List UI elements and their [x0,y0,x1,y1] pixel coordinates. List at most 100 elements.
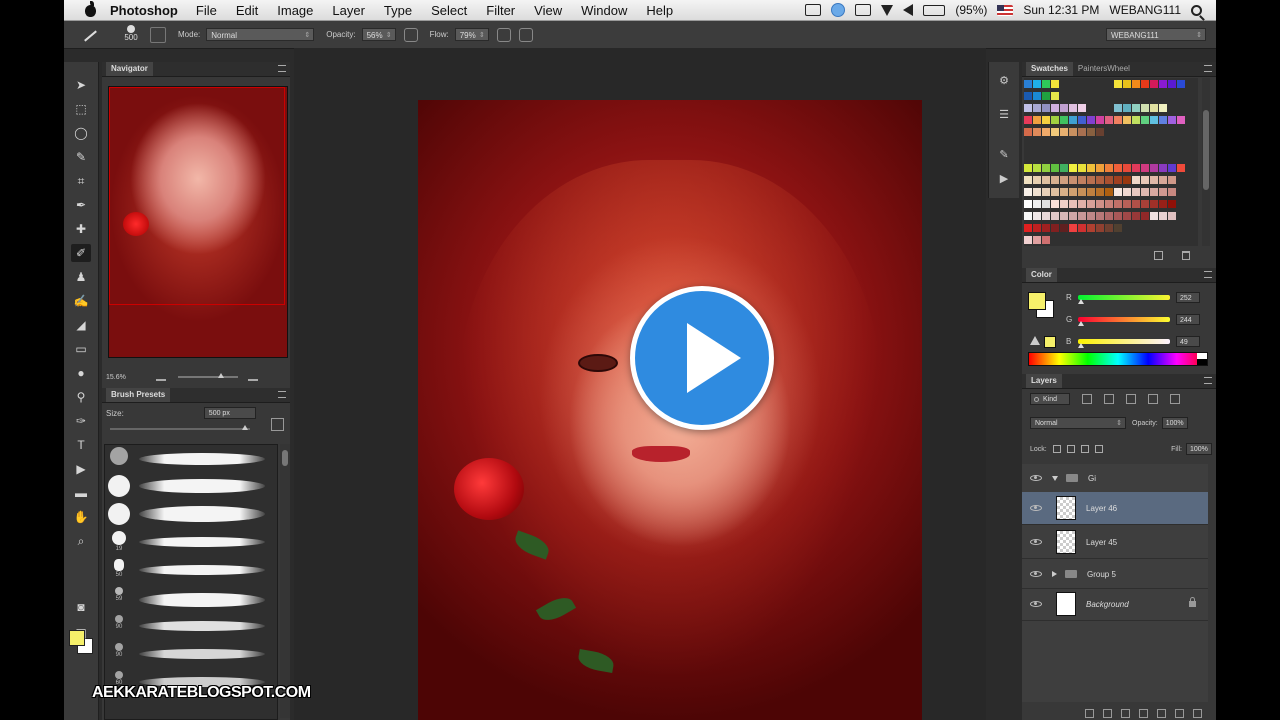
color-swatch[interactable] [1069,164,1078,173]
color-swatch[interactable] [1150,188,1159,197]
color-swatch[interactable] [1105,116,1114,125]
brush-preset-item[interactable] [105,501,277,529]
blur-tool-icon[interactable]: ● [71,364,91,382]
color-swatch[interactable] [1114,212,1123,221]
color-swatch[interactable] [1060,200,1069,209]
color-swatch[interactable] [1105,188,1114,197]
color-swatch[interactable] [1042,92,1051,101]
actions-panel-icon[interactable]: ⚙ [997,74,1011,88]
color-swatch[interactable] [1033,236,1042,245]
color-spectrum-ramp[interactable] [1028,352,1208,366]
color-swatch[interactable] [1168,80,1177,89]
brush-presets-tab[interactable]: Brush Presets [106,388,171,402]
screen-record-icon[interactable] [805,4,822,16]
color-swatch[interactable] [1159,188,1168,197]
navigator-view-box[interactable] [109,87,285,305]
color-swatch[interactable] [1114,176,1123,185]
lasso-tool-icon[interactable]: ◯ [71,124,91,142]
color-swatch[interactable] [1078,200,1087,209]
color-swatch[interactable] [1105,200,1114,209]
skype-icon[interactable] [831,3,846,17]
navigator-tab[interactable]: Navigator [106,62,153,76]
video-play-button[interactable] [630,286,774,430]
clock[interactable]: Sun 12:31 PM [1023,3,1099,17]
color-swatch[interactable] [1051,164,1060,173]
gamut-correction-swatch[interactable] [1044,336,1056,348]
layer-mask-icon[interactable] [1121,708,1130,718]
panel-menu-icon[interactable] [1204,377,1212,384]
color-swatch[interactable] [1042,224,1051,233]
swatches-scrollbar[interactable] [1202,78,1210,246]
pen-tool-icon[interactable]: ✑ [71,412,91,430]
color-swatch[interactable] [1069,116,1078,125]
color-swatch[interactable] [1123,188,1132,197]
color-swatch[interactable] [1096,128,1105,137]
color-swatch[interactable] [1078,176,1087,185]
color-swatch[interactable] [1069,176,1078,185]
color-swatch[interactable] [1141,200,1150,209]
color-swatch[interactable] [1132,116,1141,125]
color-swatch[interactable] [1042,128,1051,137]
color-swatch[interactable] [1087,200,1096,209]
color-swatch[interactable] [1078,188,1087,197]
color-swatch[interactable] [1051,116,1060,125]
color-swatch[interactable] [1033,128,1042,137]
color-swatch[interactable] [1060,188,1069,197]
color-swatch[interactable] [1123,104,1132,113]
battery-icon[interactable] [923,4,946,16]
adjustment-layer-icon[interactable] [1139,708,1148,718]
color-swatch[interactable] [1051,200,1060,209]
fill-input[interactable]: 100% [1186,443,1212,455]
color-swatch[interactable] [1123,200,1132,209]
new-brush-preset-icon[interactable] [271,418,284,431]
color-foreground-swatch[interactable] [1028,292,1046,310]
r-value-input[interactable]: 252 [1176,291,1200,303]
document-canvas-area[interactable] [294,48,986,720]
color-swatch[interactable] [1087,116,1096,125]
color-swatch[interactable] [1141,176,1150,185]
color-swatch[interactable] [1069,212,1078,221]
new-swatch-icon[interactable] [1154,251,1163,260]
color-swatch[interactable] [1051,224,1060,233]
color-swatch[interactable] [1042,212,1051,221]
wifi-icon[interactable] [881,4,894,16]
menu-window[interactable]: Window [581,3,627,18]
color-swatch[interactable] [1060,104,1069,113]
color-swatch[interactable] [1168,176,1177,185]
color-swatch[interactable] [1087,128,1096,137]
eyedropper-tool-icon[interactable]: ✒ [71,196,91,214]
zoom-out-icon[interactable] [156,373,166,381]
color-swatch[interactable] [1141,212,1150,221]
color-swatch[interactable] [1159,104,1168,113]
layer-kind-filter[interactable]: Kind [1030,393,1070,405]
color-swatch[interactable] [1060,116,1069,125]
color-swatch[interactable] [1132,212,1141,221]
swatch-grid[interactable] [1024,78,1198,246]
menu-image[interactable]: Image [277,3,313,18]
color-swatch[interactable] [1123,80,1132,89]
layers-tab[interactable]: Layers [1026,374,1062,388]
color-swatch[interactable] [1114,224,1123,233]
color-swatch[interactable] [1150,176,1159,185]
color-swatch[interactable] [1087,164,1096,173]
color-swatch[interactable] [1033,92,1042,101]
zoom-tool-icon[interactable]: ⌕ [71,532,91,550]
delete-layer-icon[interactable] [1193,708,1202,718]
color-swatch[interactable] [1150,80,1159,89]
color-swatch[interactable] [1033,212,1042,221]
color-swatch[interactable] [1096,200,1105,209]
color-swatch[interactable] [1024,212,1033,221]
color-swatch[interactable] [1177,164,1186,173]
layer-row-layer-45[interactable]: Layer 45 [1022,526,1208,559]
panel-menu-icon[interactable] [1204,271,1212,278]
color-swatch[interactable] [1177,116,1186,125]
apple-icon[interactable] [82,1,100,17]
color-swatch[interactable] [1132,176,1141,185]
color-swatch[interactable] [1024,104,1033,113]
brush-preset-item[interactable] [105,473,277,501]
lock-pixels-icon[interactable] [1066,445,1075,453]
color-swatch[interactable] [1159,80,1168,89]
new-group-icon[interactable] [1157,708,1166,718]
pressure-size-icon[interactable] [518,27,533,42]
color-swatch[interactable] [1105,212,1114,221]
